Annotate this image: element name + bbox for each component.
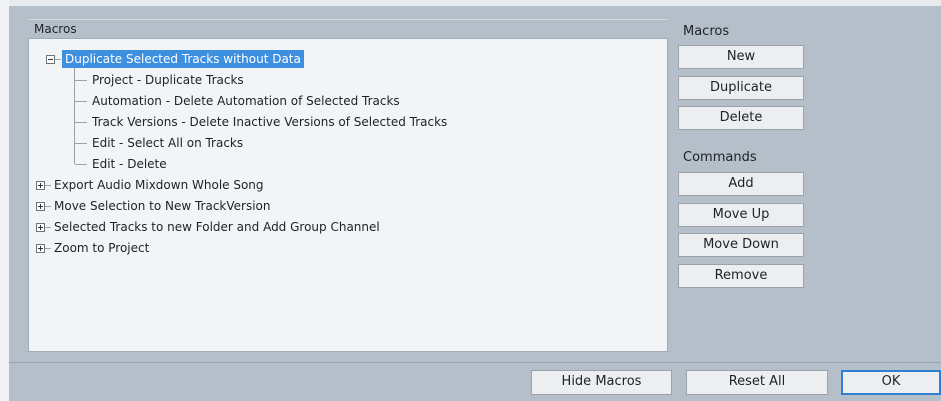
- command-label: Project - Duplicate Tracks: [92, 73, 244, 87]
- command-label: Edit - Select All on Tracks: [92, 136, 244, 150]
- macro-item-move-selection[interactable]: Move Selection to New TrackVersion: [51, 197, 274, 215]
- expand-icon[interactable]: [36, 223, 45, 232]
- macro-item-selected-tracks-to-folder[interactable]: Selected Tracks to new Folder and Add Gr…: [51, 218, 383, 236]
- ok-button[interactable]: OK: [841, 370, 941, 395]
- macro-item-label: Move Selection to New TrackVersion: [54, 199, 271, 213]
- macro-item-duplicate-selected-tracks[interactable]: Duplicate Selected Tracks without Data: [62, 50, 304, 68]
- tree-connector: [74, 68, 75, 164]
- add-command-button[interactable]: Add: [678, 172, 804, 196]
- macro-item-label: Zoom to Project: [54, 241, 150, 255]
- tree-connector: [55, 59, 61, 60]
- reset-all-button[interactable]: Reset All: [686, 370, 828, 395]
- delete-macro-button[interactable]: Delete: [678, 106, 804, 130]
- command-item[interactable]: Track Versions - Delete Inactive Version…: [89, 113, 450, 131]
- collapse-icon[interactable]: [46, 55, 55, 64]
- command-label: Automation - Delete Automation of Select…: [92, 94, 400, 108]
- command-item[interactable]: Automation - Delete Automation of Select…: [89, 92, 403, 110]
- macro-item-label: Selected Tracks to new Folder and Add Gr…: [54, 220, 380, 234]
- commands-section-title: Commands: [683, 150, 757, 165]
- new-macro-button[interactable]: New: [678, 45, 804, 69]
- expand-icon[interactable]: [36, 244, 45, 253]
- command-item[interactable]: Edit - Select All on Tracks: [89, 134, 246, 152]
- macro-item-label: Duplicate Selected Tracks without Data: [62, 50, 304, 68]
- command-label: Edit - Delete: [92, 157, 167, 171]
- expand-icon[interactable]: [36, 181, 45, 190]
- macro-item-export-audio-mixdown[interactable]: Export Audio Mixdown Whole Song: [51, 176, 267, 194]
- window-top-edge: [9, 0, 941, 6]
- command-label: Track Versions - Delete Inactive Version…: [92, 115, 448, 129]
- command-item[interactable]: Project - Duplicate Tracks: [89, 71, 247, 89]
- tree-connector: [75, 143, 87, 144]
- tree-connector: [75, 164, 87, 165]
- move-up-button[interactable]: Move Up: [678, 203, 804, 227]
- duplicate-macro-button[interactable]: Duplicate: [678, 76, 804, 100]
- macro-item-label: Export Audio Mixdown Whole Song: [54, 178, 264, 192]
- remove-command-button[interactable]: Remove: [678, 264, 804, 288]
- tree-connector: [75, 101, 87, 102]
- move-down-button[interactable]: Move Down: [678, 233, 804, 257]
- command-item[interactable]: Edit - Delete: [89, 155, 170, 173]
- footer-divider: [9, 362, 941, 363]
- tree-connector: [75, 80, 87, 81]
- macros-tree[interactable]: Duplicate Selected Tracks without Data P…: [28, 38, 668, 352]
- macro-item-zoom-to-project[interactable]: Zoom to Project: [51, 239, 152, 257]
- hide-macros-button[interactable]: Hide Macros: [531, 370, 672, 395]
- window-left-edge: [0, 0, 9, 401]
- expand-icon[interactable]: [36, 202, 45, 211]
- tree-group-title: Macros: [34, 22, 77, 36]
- macros-section-title: Macros: [683, 24, 730, 39]
- group-divider: [28, 19, 668, 20]
- tree-connector: [75, 122, 87, 123]
